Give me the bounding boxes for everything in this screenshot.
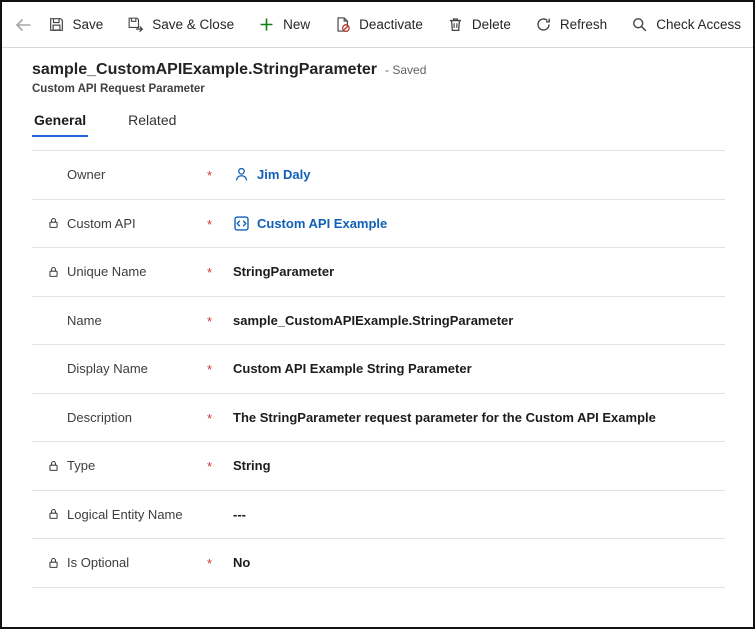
entity-type-label: Custom API Request Parameter xyxy=(32,83,723,95)
lock-icon xyxy=(47,508,60,521)
save-icon xyxy=(48,16,65,33)
save-label: Save xyxy=(73,17,104,32)
form-tabs: General Related xyxy=(32,112,753,137)
page-title: sample_CustomAPIExample.StringParameter xyxy=(32,61,377,79)
field-label: Unique Name xyxy=(67,264,207,279)
field-label: Is Optional xyxy=(67,555,207,570)
tab-related[interactable]: Related xyxy=(126,112,178,137)
save-and-close-label: Save & Close xyxy=(152,17,234,32)
app-window: Save Save & Close New Deactivate Delete xyxy=(0,0,755,629)
save-close-icon xyxy=(127,16,144,33)
field-label: Type xyxy=(67,458,207,473)
record-header: sample_CustomAPIExample.StringParameter … xyxy=(2,48,753,95)
trash-icon xyxy=(447,16,464,33)
field-row-name: Name * sample_CustomAPIExample.StringPar… xyxy=(32,297,725,346)
back-button[interactable] xyxy=(12,2,36,47)
field-value: No xyxy=(233,555,250,570)
lock-icon xyxy=(47,217,60,230)
deactivate-label: Deactivate xyxy=(359,17,423,32)
magnifier-icon xyxy=(631,16,648,33)
display-name-field[interactable]: Custom API Example String Parameter xyxy=(233,361,472,376)
field-value: --- xyxy=(233,507,246,522)
required-asterisk: * xyxy=(207,554,233,571)
field-row-type: Type * String xyxy=(32,442,725,491)
field-value: String xyxy=(233,458,271,473)
back-arrow-icon xyxy=(14,15,34,35)
lock-icon xyxy=(47,556,60,569)
field-label: Name xyxy=(67,313,207,328)
required-asterisk: * xyxy=(207,215,233,232)
save-and-close-button[interactable]: Save & Close xyxy=(115,2,246,47)
required-asterisk: * xyxy=(207,263,233,280)
field-label: Owner xyxy=(67,167,207,182)
field-row-owner: Owner * Jim Daly xyxy=(32,151,725,200)
deactivate-icon xyxy=(334,16,351,33)
field-label: Logical Entity Name xyxy=(67,507,207,522)
new-label: New xyxy=(283,17,310,32)
field-row-unique-name: Unique Name * StringParameter xyxy=(32,248,725,297)
required-asterisk: * xyxy=(207,312,233,329)
person-icon xyxy=(233,166,250,183)
delete-label: Delete xyxy=(472,17,511,32)
plus-icon xyxy=(258,16,275,33)
field-row-display-name: Display Name * Custom API Example String… xyxy=(32,345,725,394)
field-row-is-optional: Is Optional * No xyxy=(32,539,725,588)
field-label: Custom API xyxy=(67,216,207,231)
name-field[interactable]: sample_CustomAPIExample.StringParameter xyxy=(233,313,513,328)
check-access-label: Check Access xyxy=(656,17,741,32)
field-value: StringParameter xyxy=(233,264,334,279)
save-status: - Saved xyxy=(385,63,426,77)
form-section-general: Owner * Jim Daly Custom API * Custom API… xyxy=(32,150,725,588)
required-asterisk: * xyxy=(207,360,233,377)
required-asterisk xyxy=(207,513,233,515)
deactivate-button[interactable]: Deactivate xyxy=(322,2,435,47)
refresh-label: Refresh xyxy=(560,17,607,32)
field-row-logical-entity-name: Logical Entity Name --- xyxy=(32,491,725,540)
field-label: Display Name xyxy=(67,361,207,376)
owner-link[interactable]: Jim Daly xyxy=(257,167,310,182)
check-access-button[interactable]: Check Access xyxy=(619,2,753,47)
save-button[interactable]: Save xyxy=(36,2,116,47)
lock-icon xyxy=(47,459,60,472)
required-asterisk: * xyxy=(207,457,233,474)
delete-button[interactable]: Delete xyxy=(435,2,523,47)
refresh-button[interactable]: Refresh xyxy=(523,2,619,47)
field-row-custom-api: Custom API * Custom API Example xyxy=(32,200,725,249)
tab-general[interactable]: General xyxy=(32,112,88,137)
lock-icon xyxy=(47,265,60,278)
custom-api-link[interactable]: Custom API Example xyxy=(257,216,387,231)
command-bar: Save Save & Close New Deactivate Delete xyxy=(2,2,753,48)
description-field[interactable]: The StringParameter request parameter fo… xyxy=(233,410,656,425)
new-button[interactable]: New xyxy=(246,2,322,47)
refresh-icon xyxy=(535,16,552,33)
required-asterisk: * xyxy=(207,409,233,426)
custom-api-icon xyxy=(233,215,250,232)
field-label: Description xyxy=(67,410,207,425)
required-asterisk: * xyxy=(207,166,233,183)
field-row-description: Description * The StringParameter reques… xyxy=(32,394,725,443)
